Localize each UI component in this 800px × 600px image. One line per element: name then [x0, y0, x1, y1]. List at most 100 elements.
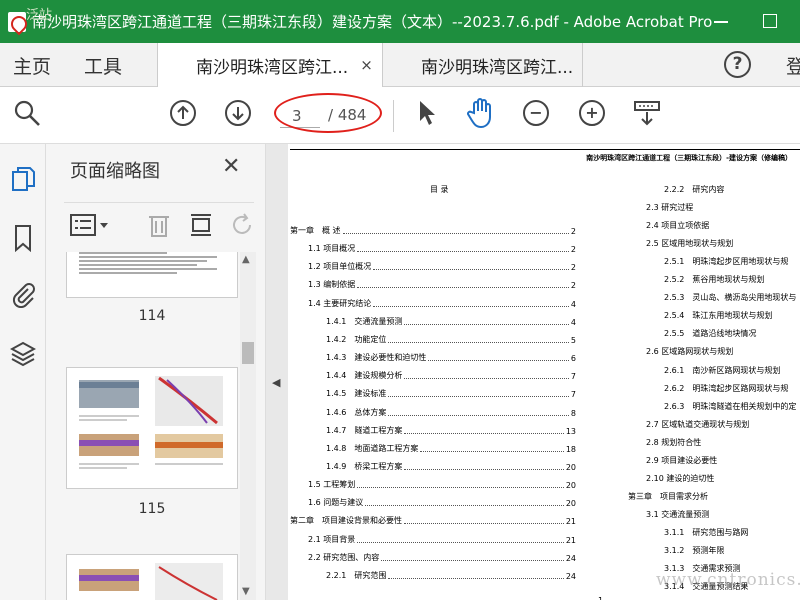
sign-in-link[interactable]: 登	[786, 52, 800, 79]
thumbnail-page-115[interactable]	[66, 367, 238, 489]
keyboard-scroll-icon[interactable]	[630, 96, 664, 130]
toc-entry[interactable]: 2.9 项目建设必要性	[646, 455, 717, 466]
toc-entry[interactable]: 1.4.2 功能定位 5	[326, 334, 576, 345]
zoom-in-button[interactable]: +	[575, 96, 609, 130]
toc-entry[interactable]: 第一章 概 述 2	[290, 225, 576, 236]
toc-entry[interactable]: 2.8 规划符合性	[646, 437, 701, 448]
toc-entry[interactable]: 2.2 研究范围、内容 24	[308, 552, 576, 563]
toc-entry[interactable]: 1.6 问题与建议 20	[308, 497, 576, 508]
help-icon[interactable]: ?	[724, 51, 751, 78]
select-cursor-icon[interactable]	[410, 96, 444, 130]
delete-page-icon[interactable]	[146, 211, 172, 243]
toc-entry[interactable]: 1.4.7 隧道工程方案 13	[326, 425, 576, 436]
scroll-up-icon[interactable]: ▲	[242, 254, 250, 265]
tab-document-2[interactable]: 南沙明珠湾区跨江...	[383, 43, 583, 87]
bookmark-icon[interactable]	[10, 224, 36, 253]
toc-entry[interactable]: 2.3 研究过程	[646, 202, 693, 213]
toc-leader-dots	[373, 305, 569, 307]
toc-entry[interactable]: 1.5 工程筹划 20	[308, 479, 576, 490]
document-view[interactable]: 南沙明珠湾区跨江通道工程（三期珠江东段）-建设方案（修编稿） 目 录 第一章 概…	[288, 144, 800, 600]
toc-entry[interactable]: 第三章 项目需求分析	[628, 491, 708, 502]
toc-entry[interactable]: 3.1.1 研究范围与路网	[664, 527, 748, 538]
toc-entry[interactable]: 1.2 项目单位概况 2	[308, 261, 576, 272]
toc-entry-label: 2.4 项目立项依据	[646, 221, 710, 231]
zoom-out-button[interactable]: −	[519, 96, 553, 130]
page-number-input[interactable]	[280, 104, 320, 128]
toc-entry[interactable]: 1.4 主要研究结论 4	[308, 298, 576, 309]
toc-entry[interactable]: 1.4.1 交通流量预测 4	[326, 316, 576, 327]
toc-entry[interactable]: 2.2.2 研究内容	[664, 184, 724, 195]
toc-entry[interactable]: 1.4.9 桥梁工程方案 20	[326, 461, 576, 472]
insert-page-icon[interactable]	[188, 211, 214, 243]
panel-toolbar	[64, 202, 254, 238]
scroll-thumb[interactable]	[242, 342, 254, 364]
toc-entry[interactable]: 2.4 项目立项依据	[646, 220, 709, 231]
toc-entry[interactable]: 第二章 项目建设背景和必要性 21	[290, 515, 576, 526]
toc-entry[interactable]: 1.3 编制依据 2	[308, 279, 576, 290]
page-thumbnails-icon[interactable]	[10, 166, 36, 194]
toc-entry[interactable]: 2.5 区域用地现状与规划	[646, 238, 733, 249]
toc-entry-label: 2.6.1 南沙新区路网现状与规划	[664, 365, 781, 375]
toc-leader-dots	[428, 360, 569, 362]
toc-entry[interactable]: 2.1 项目背景 21	[308, 534, 576, 545]
toc-entry-label: 1.4.7 隧道工程方案	[326, 425, 403, 435]
toc-entry[interactable]: 1.1 项目概况 2	[308, 243, 576, 254]
toc-entry-label: 1.3 编制依据	[308, 280, 356, 290]
thumbnail-list: 114 115	[60, 252, 240, 600]
close-panel-icon[interactable]: ✕	[222, 154, 240, 179]
toc-leader-dots	[404, 523, 564, 525]
thumbnail-page-114[interactable]	[66, 252, 238, 298]
attachment-icon[interactable]	[10, 280, 36, 309]
rotate-page-icon[interactable]	[230, 211, 256, 243]
toc-entry[interactable]: 2.2.1 研究范围 24	[326, 570, 576, 581]
thumbnail-scrollbar[interactable]: ▲ ▼	[240, 252, 256, 600]
toc-entry[interactable]: 3.1.2 预测年限	[664, 545, 724, 556]
toc-entry-label: 2.5.2 蕉谷用地现状与规划	[664, 275, 765, 285]
maximize-button[interactable]	[760, 11, 780, 31]
toc-entry[interactable]: 1.4.3 建设必要性和迫切性 6	[326, 352, 576, 363]
tab-label: 南沙明珠湾区跨江...	[196, 57, 349, 78]
toc-entry-page: 4	[570, 317, 576, 327]
toc-entry[interactable]: 2.10 建设的迫切性	[646, 473, 714, 484]
toc-entry[interactable]: 2.7 区域轨道交通现状与规划	[646, 419, 749, 430]
toc-entry[interactable]: 2.5.5 道路沿线地块情况	[664, 328, 756, 339]
toc-leader-dots	[357, 487, 564, 489]
tab-document-1[interactable]: 南沙明珠湾区跨江... ×	[157, 43, 383, 87]
thumbnail-page-number: 114	[138, 308, 166, 324]
next-page-button[interactable]	[221, 96, 255, 130]
toc-entry[interactable]: 2.5.2 蕉谷用地现状与规划	[664, 274, 764, 285]
toc-entry[interactable]: 1.4.4 建设规模分析 7	[326, 370, 576, 381]
menu-tools[interactable]: 工具	[84, 52, 122, 79]
minimize-button[interactable]	[712, 11, 732, 31]
toc-entry-label: 1.1 项目概况	[308, 244, 356, 254]
toc-entry[interactable]: 2.6.3 明珠湾隧道在相关规划中的定	[664, 401, 796, 412]
toc-entry[interactable]: 2.6.1 南沙新区路网现状与规划	[664, 365, 780, 376]
toc-entry-page: 24	[565, 571, 576, 581]
toc-entry-label: 2.5.3 灵山岛、横沥岛尖用地现状与	[664, 293, 797, 303]
toc-entry[interactable]: 3.1 交通流量预测	[646, 509, 709, 520]
toc-entry[interactable]: 2.6 区域路网现状与规划	[646, 346, 733, 357]
layers-icon[interactable]	[9, 340, 37, 368]
thumbnail-options-icon[interactable]	[70, 213, 110, 241]
panel-splitter[interactable]: ◀	[266, 144, 288, 600]
collapse-panel-icon[interactable]: ◀	[272, 376, 280, 389]
thumbnail-page-116[interactable]	[66, 554, 238, 600]
toc-entry-page: 13	[565, 426, 576, 436]
close-icon[interactable]: ×	[360, 56, 373, 74]
search-icon[interactable]	[10, 96, 44, 130]
hand-tool-icon[interactable]	[464, 96, 498, 130]
toc-entry-page: 7	[570, 390, 576, 400]
thumbnail-page-number: 115	[138, 501, 166, 517]
scroll-down-icon[interactable]: ▼	[242, 586, 250, 597]
toc-entry[interactable]: 2.5.3 灵山岛、横沥岛尖用地现状与	[664, 292, 796, 303]
toc-entry[interactable]: 2.5.1 明珠湾起步区用地现状与规	[664, 256, 788, 267]
toc-entry[interactable]: 1.4.5 建设标准 7	[326, 388, 576, 399]
page-header: 南沙明珠湾区跨江通道工程（三期珠江东段）-建设方案（修编稿）	[586, 154, 792, 162]
previous-page-button[interactable]	[166, 96, 200, 130]
toc-entry[interactable]: 1.4.6 总体方案 8	[326, 407, 576, 418]
toc-entry[interactable]: 2.6.2 明珠湾起步区路网现状与规	[664, 383, 788, 394]
toc-entry[interactable]: 1.4.8 地面道路工程方案 18	[326, 443, 576, 454]
menu-home[interactable]: 主页	[13, 52, 51, 79]
acrobat-app-icon	[8, 11, 26, 32]
toc-entry[interactable]: 2.5.4 珠江东用地现状与规划	[664, 310, 772, 321]
